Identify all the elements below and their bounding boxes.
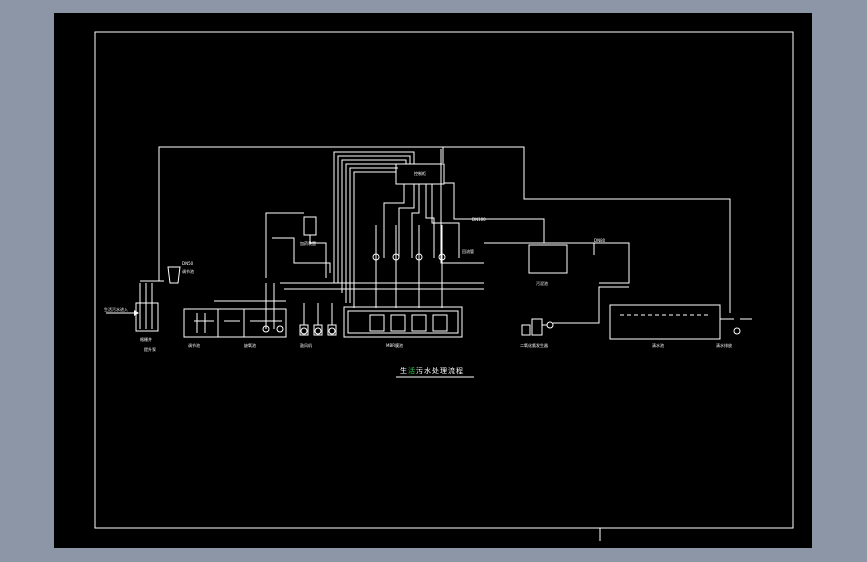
label-disinfect: 二氧化氯发生器 (520, 342, 548, 348)
label-anoxic: 缺氧池 (244, 342, 256, 348)
dosing-tank (303, 216, 317, 236)
process-flow-diagram: 生活污水进入 格栅井 提升泵 DN50 调节池 调节池 缺氧池 加药装置 鼓风机… (94, 31, 794, 541)
label-pipe1: DN50 (182, 261, 194, 266)
signal-line (383, 184, 405, 258)
label-blower: 鼓风机 (300, 342, 312, 348)
blower-units (299, 303, 337, 336)
main-pipe-top (158, 146, 444, 281)
disinfect-unit (531, 318, 543, 336)
regulating-tank (183, 308, 287, 338)
screen-well (135, 302, 159, 332)
label-regulating: 调节池 (188, 342, 200, 348)
label-dosing: 加药装置 (300, 240, 316, 246)
label-pipe2: DN100 (472, 217, 486, 222)
label-screen-well: 格栅井 (140, 336, 152, 342)
drawing-sheet: 生活污水进入 格栅井 提升泵 DN50 调节池 调节池 缺氧池 加药装置 鼓风机… (54, 13, 812, 548)
label-sludge-tank: 污泥池 (536, 280, 548, 286)
pipe-dn (594, 242, 630, 284)
clear-water-tank (609, 304, 721, 340)
label-mbr: MBR膜池 (386, 342, 403, 348)
signal-line (431, 184, 460, 258)
label-inlet: 生活污水进入 (104, 306, 128, 312)
sludge-tank (528, 244, 568, 274)
return-pipe-2 (440, 149, 484, 264)
label-outlet: 清水排放 (716, 342, 732, 348)
diagram-title: 生活污水处理流程 (400, 366, 464, 375)
label-control: 控制柜 (414, 170, 426, 176)
signal-line (411, 184, 420, 258)
signal-line (425, 184, 435, 258)
dosing-pipe (265, 212, 304, 278)
membrane-modules (369, 314, 448, 332)
label-lift-pump: 提升泵 (144, 346, 156, 352)
screen-machine (167, 266, 181, 284)
label-pipe3: DN80 (594, 238, 606, 243)
return-pipe (443, 146, 731, 313)
label-clear-tank: 清水池 (652, 342, 664, 348)
drawing-frame (94, 31, 794, 529)
label-screen-machine: 调节池 (182, 268, 194, 274)
label-return: 回流管 (462, 248, 474, 254)
outlet-pump (733, 327, 741, 335)
signal-line (353, 171, 396, 308)
